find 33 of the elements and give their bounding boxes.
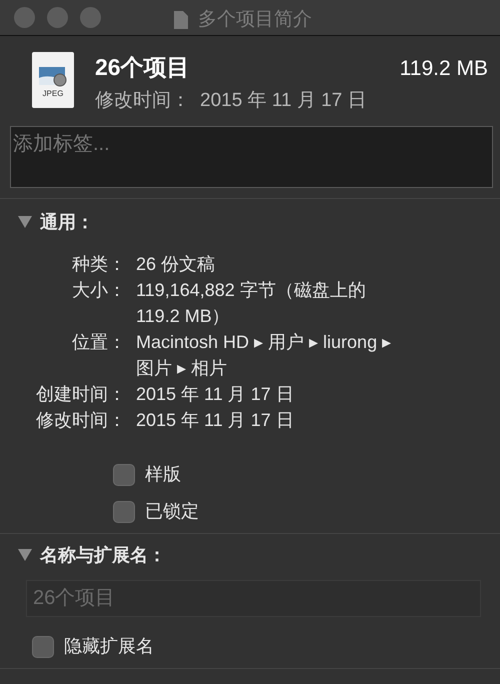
name-field[interactable]: 26个项目 bbox=[26, 580, 481, 617]
modified-date: 2015 年 11 月 17 日 bbox=[200, 88, 367, 112]
tags-field[interactable]: 添加标签... bbox=[10, 126, 493, 188]
item-count-title: 26个项目 bbox=[95, 53, 190, 82]
photo-preview-icon bbox=[38, 64, 68, 88]
disclosure-triangle-icon[interactable] bbox=[18, 216, 32, 228]
checkbox-label: 样版 bbox=[145, 463, 181, 486]
info-value: 2015 年 11 月 17 日 bbox=[136, 383, 295, 406]
close-button[interactable] bbox=[14, 7, 35, 28]
checkbox-label: 已锁定 bbox=[145, 500, 199, 523]
zoom-button[interactable] bbox=[80, 7, 101, 28]
total-size: 119.2 MB bbox=[400, 56, 488, 82]
info-label: 大小： bbox=[71, 279, 127, 302]
checkbox[interactable] bbox=[32, 636, 54, 658]
section-title: 通用： bbox=[40, 210, 94, 234]
file-type-label: JPEG bbox=[42, 90, 64, 98]
info-label: 修改时间： bbox=[35, 409, 127, 432]
checkbox[interactable] bbox=[113, 500, 135, 522]
info-label: 位置： bbox=[71, 331, 127, 354]
info-value: 119,164,882 字节（磁盘上的 119.2 MB） bbox=[136, 279, 367, 328]
window-title: 多个项目简介 bbox=[198, 8, 312, 32]
info-label: 种类： bbox=[71, 253, 127, 276]
info-value: Macintosh HD ▸ 用户 ▸ liurong ▸ 图片 ▸ 相片 bbox=[136, 331, 392, 380]
modified-label: 修改时间： bbox=[95, 88, 190, 112]
disclosure-triangle-icon[interactable] bbox=[18, 549, 32, 561]
document-icon bbox=[174, 11, 188, 30]
info-value: 26 份文稿 bbox=[136, 253, 216, 276]
info-label: 创建时间： bbox=[35, 383, 127, 406]
checkbox-label: 隐藏扩展名 bbox=[64, 635, 154, 658]
info-value: 2015 年 11 月 17 日 bbox=[136, 409, 295, 432]
section-title: 名称与扩展名： bbox=[40, 544, 166, 566]
checkbox[interactable] bbox=[113, 464, 135, 486]
minimize-button[interactable] bbox=[47, 7, 68, 28]
